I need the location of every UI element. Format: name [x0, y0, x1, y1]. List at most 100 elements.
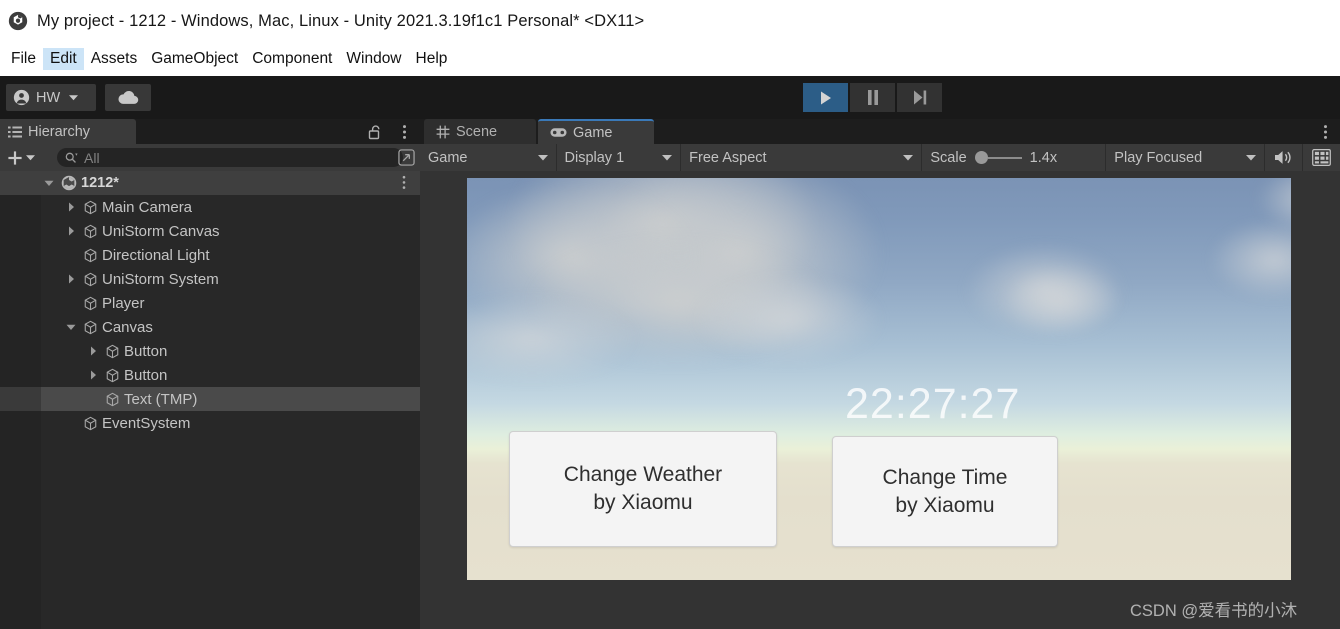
hierarchy-row[interactable]: EventSystem — [0, 411, 420, 435]
pause-icon — [867, 90, 878, 105]
scale-slider-track[interactable] — [987, 156, 1022, 159]
change-weather-button[interactable]: Change Weather by Xiaomu — [509, 431, 777, 547]
menu-item-window[interactable]: Window — [339, 48, 408, 71]
hierarchy-row-label: Button — [124, 342, 168, 360]
hierarchy-row-content: Player — [63, 295, 145, 312]
cloud-shape — [693, 274, 883, 364]
hierarchy-row-label: Button — [124, 366, 168, 384]
cloud-services-button[interactable] — [105, 84, 151, 111]
gameobject-icon — [83, 224, 98, 239]
lock-open-icon — [368, 125, 380, 140]
cloud-shape — [1001, 266, 1121, 336]
chevron-right-icon[interactable] — [85, 343, 101, 359]
chevron-right-icon[interactable] — [63, 199, 79, 215]
hierarchy-search-input[interactable]: All — [57, 148, 403, 167]
game-view-viewport[interactable]: 22:27:27 Change Weather by Xiaomu Change … — [420, 171, 1340, 629]
hierarchy-row-label: Player — [102, 294, 145, 312]
menu-item-component[interactable]: Component — [245, 48, 339, 71]
window-titlebar: My project - 1212 - Windows, Mac, Linux … — [0, 0, 1340, 42]
step-button[interactable] — [897, 83, 942, 112]
hierarchy-list-icon — [8, 126, 22, 137]
scale-slider-knob[interactable] — [974, 151, 988, 164]
play-button[interactable] — [803, 83, 848, 112]
menu-item-edit[interactable]: Edit — [42, 47, 84, 71]
game-aspect-dropdown[interactable]: Free Aspect — [681, 144, 923, 171]
kebab-menu-icon — [1324, 125, 1327, 139]
change-time-button[interactable]: Change Time by Xiaomu — [832, 436, 1058, 547]
hierarchy-row[interactable]: 1212* — [0, 171, 420, 195]
hierarchy-row-content: UniStorm Canvas — [63, 223, 220, 240]
hierarchy-row-content: 1212* — [41, 175, 119, 191]
menu-item-gameobject[interactable]: GameObject — [144, 48, 245, 71]
plus-icon — [8, 150, 22, 165]
unity-editor-window: My project - 1212 - Windows, Mac, Linux … — [0, 0, 1340, 629]
playback-controls — [803, 83, 942, 112]
gameobject-icon — [83, 416, 98, 431]
hierarchy-row[interactable]: Directional Light — [0, 243, 420, 267]
hierarchy-root-menu-button[interactable] — [402, 175, 406, 195]
gamepad-icon — [550, 128, 567, 137]
hierarchy-tab-row: Hierarchy — [0, 119, 420, 144]
game-scale-label: Scale — [930, 149, 967, 166]
game-display-dropdown[interactable]: Display 1 — [557, 144, 682, 171]
chevron-down-icon[interactable] — [63, 319, 79, 335]
game-scale-slider[interactable]: Scale 1.4x — [922, 144, 1107, 171]
hierarchy-add-button[interactable] — [7, 150, 35, 166]
tab-scene[interactable]: Scene — [424, 119, 536, 144]
expand-window-icon — [398, 149, 415, 166]
tab-hierarchy[interactable]: Hierarchy — [0, 119, 136, 144]
hierarchy-row-label: 1212* — [81, 175, 119, 191]
chevron-down-icon — [69, 95, 79, 101]
tab-hierarchy-label: Hierarchy — [28, 123, 91, 140]
hierarchy-menu-button[interactable] — [402, 124, 407, 145]
chevron-right-icon[interactable] — [63, 271, 79, 287]
hierarchy-row-label: EventSystem — [102, 414, 191, 432]
chevron-down-icon[interactable] — [41, 175, 57, 191]
menu-item-help[interactable]: Help — [409, 48, 455, 71]
game-playmode-dropdown[interactable]: Play Focused — [1106, 144, 1265, 171]
game-target-dropdown[interactable]: Game — [420, 144, 557, 171]
tab-game[interactable]: Game — [538, 119, 654, 144]
account-button[interactable]: HW — [6, 84, 96, 111]
unity-workspace: HW Hierarchy All 1212* Main Camera UniSt… — [0, 76, 1340, 629]
game-mute-audio-button[interactable] — [1265, 144, 1304, 171]
game-render-surface: 22:27:27 Change Weather by Xiaomu Change … — [467, 178, 1291, 580]
hierarchy-row-gutter — [0, 411, 41, 435]
hierarchy-row[interactable]: Button — [0, 363, 420, 387]
hierarchy-row-content: Canvas — [63, 319, 153, 336]
account-label: HW — [36, 89, 61, 106]
hierarchy-row-content: Button — [85, 343, 167, 360]
cloud-shape — [1209, 220, 1291, 300]
game-panel-menu-button[interactable] — [1323, 124, 1328, 145]
hierarchy-row[interactable]: Button — [0, 339, 420, 363]
hierarchy-row[interactable]: Main Camera — [0, 195, 420, 219]
window-title: My project - 1212 - Windows, Mac, Linux … — [37, 11, 645, 30]
hierarchy-row[interactable]: Canvas — [0, 315, 420, 339]
hierarchy-lock-button[interactable] — [368, 124, 382, 145]
hierarchy-panel: Hierarchy All 1212* Main Camera UniStorm… — [0, 119, 420, 629]
hierarchy-row[interactable]: UniStorm Canvas — [0, 219, 420, 243]
hierarchy-row-label: Main Camera — [102, 198, 193, 216]
csdn-watermark: CSDN @爱看书的小沐 — [1130, 602, 1298, 620]
chevron-right-icon[interactable] — [85, 367, 101, 383]
chevron-right-icon[interactable] — [63, 223, 79, 239]
scale-slider-control[interactable] — [974, 151, 1022, 164]
pause-button[interactable] — [850, 83, 895, 112]
hierarchy-row-content: Directional Light — [63, 247, 210, 264]
menu-item-assets[interactable]: Assets — [84, 48, 145, 71]
hierarchy-row-gutter — [0, 315, 41, 339]
game-gizmos-button[interactable] — [1303, 144, 1340, 171]
gameobject-icon — [105, 392, 120, 407]
gameobject-icon — [83, 320, 98, 335]
scene-grid-icon — [436, 125, 450, 138]
hierarchy-row[interactable]: UniStorm System — [0, 267, 420, 291]
hierarchy-expand-button[interactable] — [398, 149, 415, 171]
hierarchy-row-label: UniStorm System — [102, 270, 219, 288]
menu-item-file[interactable]: File — [4, 48, 43, 71]
chevron-down-icon — [26, 155, 35, 161]
hierarchy-row-content: Main Camera — [63, 199, 192, 216]
hierarchy-row[interactable]: Player — [0, 291, 420, 315]
hierarchy-row[interactable]: Text (TMP) — [0, 387, 420, 411]
